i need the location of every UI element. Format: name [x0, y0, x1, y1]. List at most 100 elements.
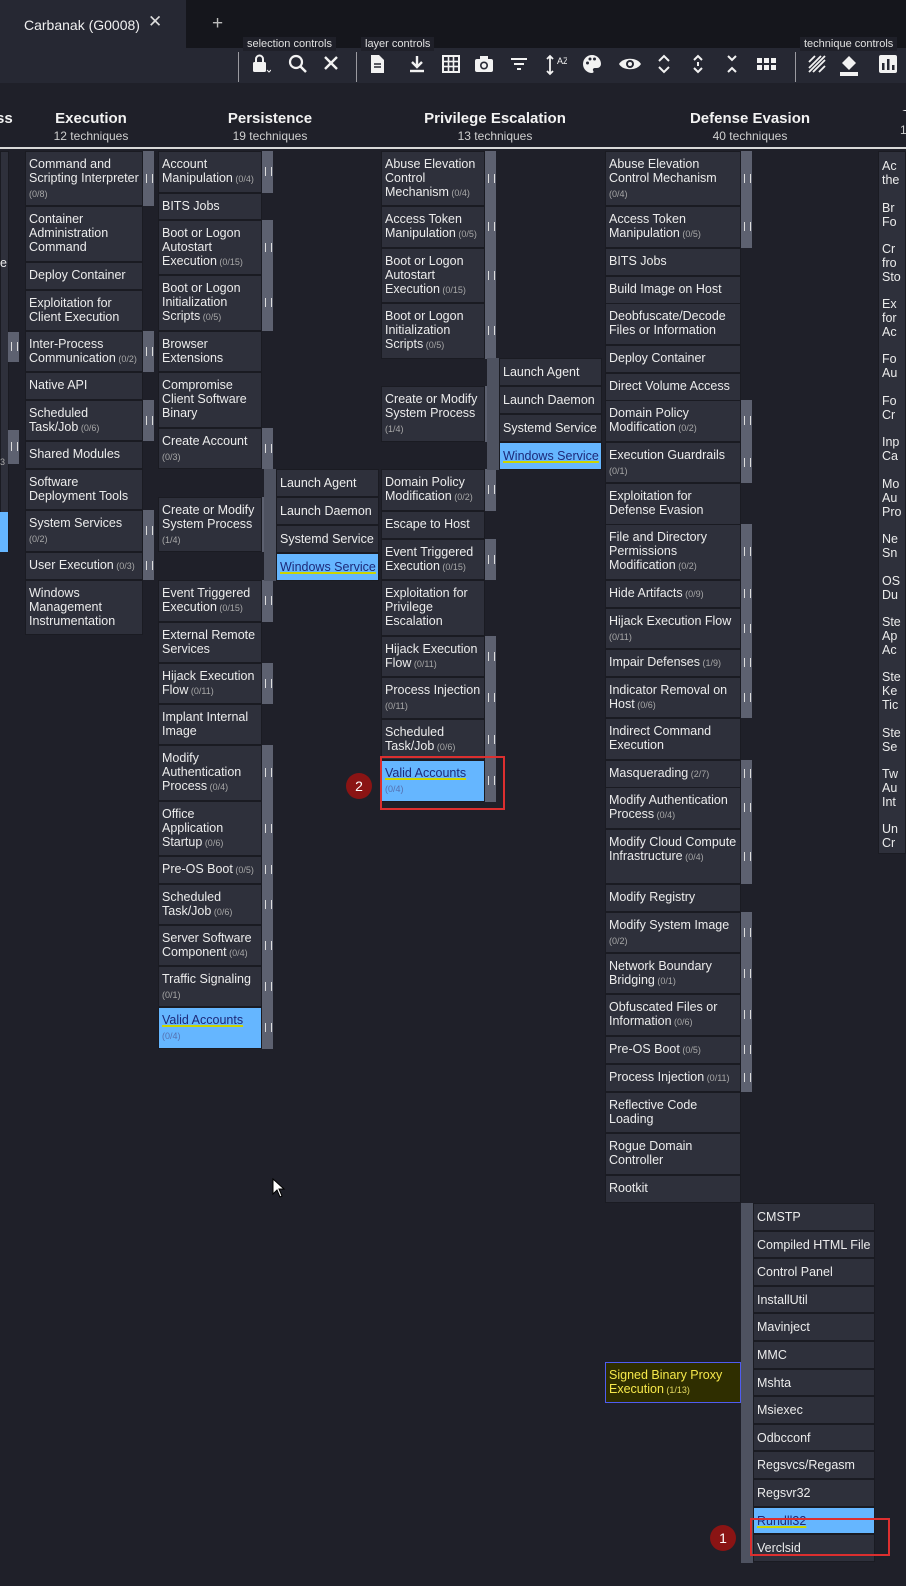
expand-collapse-icon[interactable] [652, 53, 676, 77]
technique-access-token-manipulation[interactable]: Access Token Manipulation (0/5) [381, 206, 485, 248]
technique-process-injection[interactable]: Process Injection (0/11) [381, 677, 485, 719]
technique-exploitation-for-privilege-escalation[interactable]: Exploitation for Privilege Escalation [381, 580, 485, 636]
expand-handle[interactable] [262, 884, 273, 925]
technique-reflective-code-loading[interactable]: Reflective Code Loading [605, 1092, 741, 1133]
technique-direct-volume-access[interactable]: Direct Volume Access [605, 373, 741, 401]
technique-build-image-on-host[interactable]: Build Image on Host [605, 276, 741, 304]
expand-handle[interactable] [143, 552, 154, 580]
technique-hide-artifacts[interactable]: Hide Artifacts (0/9) [605, 580, 741, 608]
subtechnique-launch-daemon[interactable]: Launch Daemon [276, 497, 379, 525]
technique-signed-binary-proxy-execution[interactable]: Signed Binary Proxy Execution (1/13) [605, 1362, 741, 1403]
technique-command-and-scripting-interpreter[interactable]: Command and Scripting Interpreter (0/8) [25, 151, 143, 206]
expand-handle[interactable] [741, 677, 752, 718]
technique-shared-modules[interactable]: Shared Modules [25, 441, 143, 469]
tactic-header-defense-evasion[interactable]: Defense Evasion 40 techniques [670, 110, 830, 143]
expand-handle[interactable] [741, 1064, 752, 1092]
technique-boot-or-logon-autostart-execution[interactable]: Boot or Logon Autostart Execution (0/15) [158, 220, 262, 275]
technique-obfuscated-files-or-information[interactable]: Obfuscated Files or Information (0/6) [605, 994, 741, 1036]
expand-handle[interactable] [741, 580, 752, 608]
technique-domain-policy-modification[interactable]: Domain Policy Modification (0/2) [381, 469, 485, 511]
filter-icon[interactable] [507, 53, 531, 77]
subtechnique-windows-service[interactable]: Windows Service [276, 553, 379, 581]
technique-system-services[interactable]: System Services (0/2) [25, 510, 143, 552]
layout-icon[interactable] [755, 53, 779, 77]
technique-create-or-modify-system-process[interactable]: Create or Modify System Process (1/4) [158, 497, 262, 552]
expand-subtechniques-icon[interactable] [686, 53, 710, 77]
subtechnique-launch-agent[interactable]: Launch Agent [499, 358, 602, 386]
export-table-icon[interactable] [439, 53, 463, 77]
expand-handle[interactable] [262, 856, 273, 884]
tactic-header-persistence[interactable]: Persistence 19 techniques [196, 110, 344, 143]
technique-create-account[interactable]: Create Account (0/3) [158, 428, 262, 469]
technique-execution-guardrails[interactable]: Execution Guardrails (0/1) [605, 442, 741, 483]
technique-abuse-elevation-control-mechanism[interactable]: Abuse Elevation Control Mechanism (0/4) [605, 151, 741, 206]
technique-indirect-command-execution[interactable]: Indirect Command Execution [605, 718, 741, 760]
subtechnique-mmc[interactable]: MMC [753, 1341, 875, 1369]
tab-carbanak[interactable]: Carbanak (G0008) ✕ [0, 0, 186, 48]
technique-deploy-container[interactable]: Deploy Container [25, 262, 143, 290]
technique-modify-system-image[interactable]: Modify System Image (0/2) [605, 912, 741, 953]
technique-bits-jobs[interactable]: BITS Jobs [158, 193, 262, 220]
technique-deploy-container[interactable]: Deploy Container [605, 345, 741, 373]
search-icon[interactable] [286, 53, 310, 77]
expand-handle[interactable] [485, 206, 496, 248]
expand-handle[interactable] [485, 248, 496, 303]
technique-hijack-execution-flow[interactable]: Hijack Execution Flow (0/11) [605, 608, 741, 649]
palette-icon[interactable] [580, 53, 604, 77]
technique-scheduled-task-job[interactable]: Scheduled Task/Job (0/6) [25, 400, 143, 441]
expand-handle[interactable] [262, 925, 273, 966]
subtechnique-regsvr32[interactable]: Regsvr32 [753, 1479, 875, 1507]
technique-modify-authentication-process[interactable]: Modify Authentication Process (0/4) [605, 787, 741, 829]
technique-modify-cloud-compute-infrastructure[interactable]: Modify Cloud Compute Infrastructure (0/4… [605, 829, 741, 884]
expand-handle[interactable] [741, 400, 752, 442]
expand-handle[interactable] [485, 151, 496, 206]
expand-handle[interactable] [485, 469, 496, 511]
technique-valid-accounts[interactable]: Valid Accounts (0/4) [158, 1007, 262, 1049]
technique-container-administration-command[interactable]: Container Administration Command [25, 206, 143, 262]
technique-masquerading[interactable]: Masquerading (2/7) [605, 760, 741, 788]
collapse-subtechniques-icon[interactable] [720, 53, 744, 77]
technique-server-software-component[interactable]: Server Software Component (0/4) [158, 925, 262, 966]
subtechnique-systemd-service[interactable]: Systemd Service [499, 414, 602, 442]
expand-handle[interactable] [741, 649, 752, 677]
expand-handle[interactable] [485, 636, 496, 677]
tactic-header-privilege-escalation[interactable]: Privilege Escalation 13 techniques [410, 110, 580, 143]
subtechnique-msiexec[interactable]: Msiexec [753, 1396, 875, 1424]
subtechnique-mavinject[interactable]: Mavinject [753, 1313, 875, 1341]
technique-exploitation-for-defense-evasion[interactable]: Exploitation for Defense Evasion [605, 483, 741, 525]
technique-rootkit[interactable]: Rootkit [605, 1175, 741, 1203]
expand-handle[interactable] [262, 1007, 273, 1049]
technique-implant-internal-image[interactable]: Implant Internal Image [158, 704, 262, 745]
layer-info-icon[interactable] [365, 53, 389, 77]
expand-handle[interactable] [741, 760, 752, 788]
sort-icon[interactable]: AZ [544, 53, 569, 77]
technique-rogue-domain-controller[interactable]: Rogue Domain Controller [605, 1133, 741, 1175]
expand-handle[interactable] [8, 332, 19, 362]
fill-color-icon[interactable] [838, 53, 862, 77]
expand-handle[interactable] [8, 430, 19, 464]
technique-event-triggered-execution[interactable]: Event Triggered Execution (0/15) [158, 580, 262, 622]
download-icon[interactable] [405, 53, 429, 77]
expand-handle[interactable] [262, 151, 273, 193]
technique-bits-jobs[interactable]: BITS Jobs [605, 248, 741, 276]
technique-access-token-manipulation[interactable]: Access Token Manipulation (0/5) [605, 206, 741, 248]
scoring-icon[interactable] [876, 53, 900, 77]
subtechnique-installutil[interactable]: InstallUtil [753, 1285, 875, 1314]
expand-handle[interactable] [143, 151, 154, 206]
technique-external-remote-services[interactable]: External Remote Services [158, 622, 262, 663]
expand-handle[interactable] [262, 663, 273, 704]
lock-icon[interactable] [248, 53, 272, 77]
technique-process-injection[interactable]: Process Injection (0/11) [605, 1064, 741, 1092]
subtechnique-regsvcs-regasm[interactable]: Regsvcs/Regasm [753, 1451, 875, 1479]
technique-boot-or-logon-initialization-scripts[interactable]: Boot or Logon Initialization Scripts (0/… [381, 303, 485, 359]
expand-handle[interactable] [741, 953, 752, 994]
expand-handle[interactable] [741, 1036, 752, 1064]
expand-handle[interactable] [262, 275, 273, 331]
subtechnique-compiled-html-file[interactable]: Compiled HTML File [753, 1230, 875, 1259]
disable-icon[interactable] [805, 53, 829, 77]
technique-modify-authentication-process[interactable]: Modify Authentication Process (0/4) [158, 745, 262, 801]
technique-abuse-elevation-control-mechanism[interactable]: Abuse Elevation Control Mechanism (0/4) [381, 151, 485, 206]
technique-office-application-startup[interactable]: Office Application Startup (0/6) [158, 801, 262, 856]
subtechnique-odbcconf[interactable]: Odbcconf [753, 1423, 875, 1452]
camera-icon[interactable] [472, 53, 496, 77]
